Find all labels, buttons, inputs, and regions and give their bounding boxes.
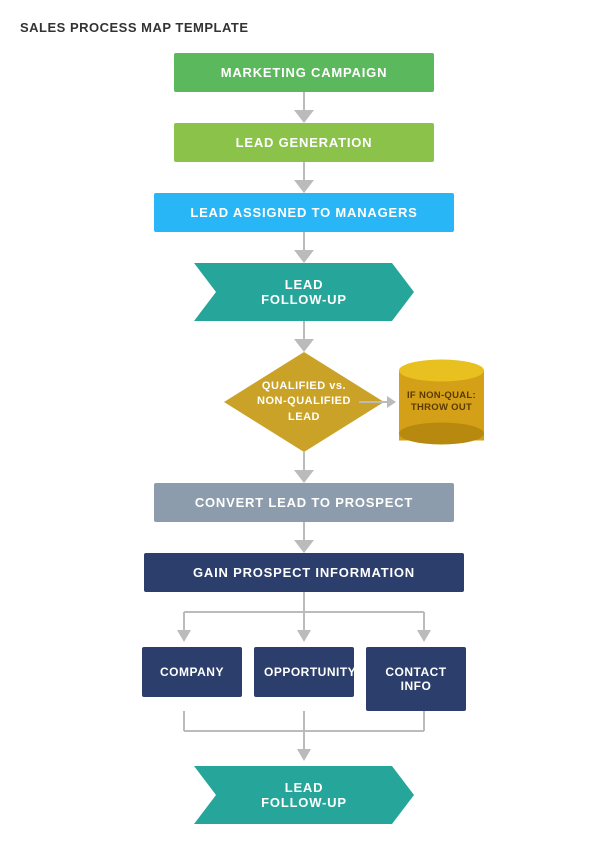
- cylinder-label: IF NON-QUAL: THROW OUT: [404, 390, 479, 415]
- converge-svg: [134, 711, 474, 761]
- arrow-line: [303, 321, 305, 339]
- arrow-line: [303, 232, 305, 250]
- three-boxes-row: COMPANY OPPORTUNITY CONTACTINFO: [134, 647, 474, 711]
- gain-prospect-box: GAIN PROSPECT INFORMATION: [144, 553, 464, 592]
- arrow-down: [294, 339, 314, 352]
- arrow-line: [303, 452, 305, 470]
- arrow-line: [303, 162, 305, 180]
- arrow-down: [294, 250, 314, 263]
- lead-followup-box-2: LEADFOLLOW-UP: [194, 766, 414, 824]
- diamond-row: QUALIFIED vs.NON-QUALIFIEDLEAD IF NON-QU…: [104, 352, 504, 452]
- connector-3: [294, 232, 314, 263]
- arrow-down: [294, 540, 314, 553]
- connector-5: [294, 452, 314, 483]
- lead-followup-box-1: LEADFOLLOW-UP: [194, 263, 414, 321]
- marketing-campaign-box: MARKETING CAMPAIGN: [174, 53, 434, 92]
- page-title: SALES PROCESS MAP TEMPLATE: [10, 20, 598, 35]
- branch-svg: [134, 592, 474, 642]
- branch-lines: [134, 592, 474, 647]
- lead-followup-label-2: LEADFOLLOW-UP: [261, 780, 347, 810]
- connector-6: [294, 522, 314, 553]
- arrow-down: [294, 110, 314, 123]
- qualified-label: QUALIFIED vs.NON-QUALIFIEDLEAD: [257, 379, 351, 425]
- cylinder: IF NON-QUAL: THROW OUT: [399, 360, 484, 445]
- arrow-down: [294, 180, 314, 193]
- contact-info-box: CONTACTINFO: [366, 647, 466, 711]
- arrow-line: [303, 92, 305, 110]
- arrow-down: [294, 470, 314, 483]
- connector-4: [294, 321, 314, 352]
- connector-1: [294, 92, 314, 123]
- company-box: COMPANY: [142, 647, 242, 697]
- horiz-line: [359, 401, 387, 403]
- flowchart: MARKETING CAMPAIGN LEAD GENERATION LEAD …: [10, 53, 598, 824]
- opportunity-box: OPPORTUNITY: [254, 647, 354, 697]
- horiz-arrow: [359, 396, 396, 408]
- cylinder-bottom: [399, 423, 484, 445]
- connector-2: [294, 162, 314, 193]
- lead-followup-label-1: LEADFOLLOW-UP: [261, 277, 347, 307]
- convert-box: CONVERT LEAD TO PROSPECT: [154, 483, 454, 522]
- arrow-line: [303, 522, 305, 540]
- lead-assigned-box: LEAD ASSIGNED TO MANAGERS: [154, 193, 454, 232]
- cylinder-wrapper: IF NON-QUAL: THROW OUT: [399, 360, 484, 445]
- cylinder-top: [399, 360, 484, 382]
- horiz-head: [387, 396, 396, 408]
- lead-generation-box: LEAD GENERATION: [174, 123, 434, 162]
- converge-lines: [134, 711, 474, 766]
